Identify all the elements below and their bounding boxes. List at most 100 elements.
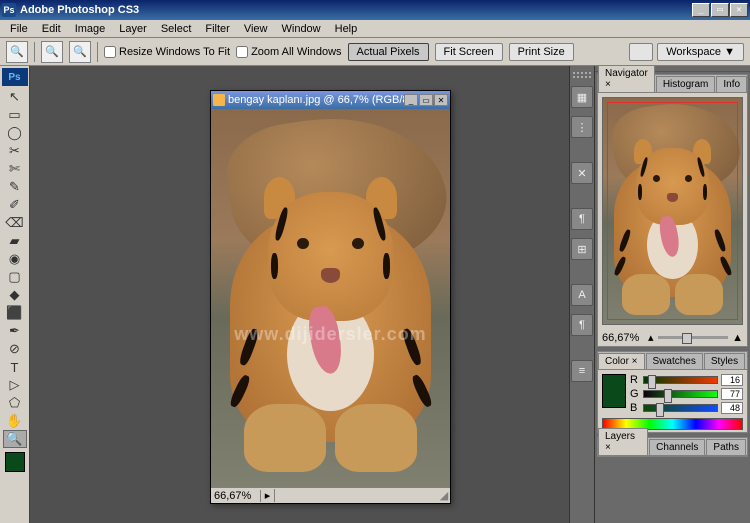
color-panel: Color × Swatches Styles R 16 G 77 B 48 — [597, 351, 748, 433]
dock-icon-2[interactable]: ⋮ — [571, 116, 593, 138]
menu-file[interactable]: File — [4, 21, 34, 37]
marquee-tool[interactable]: ▭ — [3, 106, 27, 124]
g-value[interactable]: 77 — [721, 388, 743, 400]
menu-select[interactable]: Select — [155, 21, 198, 37]
tab-navigator[interactable]: Navigator × — [598, 65, 655, 92]
path-select-tool[interactable]: ▷ — [3, 376, 27, 394]
b-label: B — [630, 402, 640, 414]
menu-view[interactable]: View — [238, 21, 274, 37]
menu-filter[interactable]: Filter — [199, 21, 235, 37]
watermark: www.dijidersler.com — [211, 324, 450, 345]
bridge-icon[interactable] — [629, 43, 653, 61]
dock-grip[interactable] — [573, 72, 591, 78]
healing-tool[interactable]: ✐ — [3, 196, 27, 214]
hand-tool[interactable]: ✋ — [3, 412, 27, 430]
stamp-tool[interactable]: ▰ — [3, 232, 27, 250]
separator — [34, 42, 35, 62]
color-swatch[interactable] — [602, 374, 626, 408]
fit-screen-button[interactable]: Fit Screen — [435, 43, 503, 61]
app-title: Adobe Photoshop CS3 — [20, 4, 692, 16]
workspace-menu[interactable]: Workspace ▼ — [657, 43, 744, 61]
options-bar: 🔍 🔍 🔍 Resize Windows To Fit Zoom All Win… — [0, 38, 750, 66]
menu-bar: File Edit Image Layer Select Filter View… — [0, 20, 750, 38]
zoom-in-icon[interactable]: ▲ — [732, 332, 743, 344]
navigator-thumbnail[interactable] — [602, 97, 743, 325]
file-icon — [213, 94, 225, 106]
zoom-out-icon[interactable]: 🔍 — [69, 41, 91, 63]
canvas-area: bengay kaplanı.jpg @ 66,7% (RGB/8) _ ▭ ✕ — [30, 66, 569, 523]
shape-tool[interactable]: ⬠ — [3, 394, 27, 412]
eyedropper-tool[interactable]: ✎ — [3, 178, 27, 196]
quick-select-tool[interactable]: ✂ — [3, 142, 27, 160]
foreground-color-swatch[interactable] — [5, 452, 25, 472]
dock-icon-8[interactable]: ≡ — [571, 360, 593, 382]
tab-styles[interactable]: Styles — [704, 353, 745, 369]
doc-info-arrow[interactable]: ▸ — [261, 489, 275, 502]
tab-swatches[interactable]: Swatches — [646, 353, 703, 369]
menu-layer[interactable]: Layer — [113, 21, 153, 37]
pen-tool[interactable]: ⊘ — [3, 340, 27, 358]
tab-paths[interactable]: Paths — [706, 439, 746, 455]
dock-icon-5[interactable]: ⊞ — [571, 238, 593, 260]
print-size-button[interactable]: Print Size — [509, 43, 574, 61]
r-label: R — [630, 374, 640, 386]
history-brush-tool[interactable]: ◉ — [3, 250, 27, 268]
brush-tool[interactable]: ⌫ — [3, 214, 27, 232]
b-slider[interactable] — [643, 404, 718, 412]
blur-tool[interactable]: ⬛ — [3, 304, 27, 322]
zoom-in-icon[interactable]: 🔍 — [41, 41, 63, 63]
eraser-tool[interactable]: ▢ — [3, 268, 27, 286]
lasso-tool[interactable]: ◯ — [3, 124, 27, 142]
document-titlebar[interactable]: bengay kaplanı.jpg @ 66,7% (RGB/8) _ ▭ ✕ — [211, 91, 450, 109]
zoom-tool[interactable]: 🔍 — [3, 430, 27, 448]
move-tool[interactable]: ↖ — [3, 88, 27, 106]
g-label: G — [630, 388, 640, 400]
close-button[interactable]: ✕ — [730, 3, 748, 17]
menu-help[interactable]: Help — [329, 21, 364, 37]
document-title: bengay kaplanı.jpg @ 66,7% (RGB/8) — [228, 94, 404, 106]
menu-window[interactable]: Window — [276, 21, 327, 37]
tab-channels[interactable]: Channels — [649, 439, 705, 455]
doc-maximize-button[interactable]: ▭ — [419, 94, 433, 106]
menu-edit[interactable]: Edit — [36, 21, 67, 37]
document-statusbar: 66,67% ▸ ◢ — [211, 487, 450, 503]
r-value[interactable]: 16 — [721, 374, 743, 386]
document-image[interactable]: www.dijidersler.com — [211, 109, 450, 487]
navigator-zoom-slider[interactable] — [658, 336, 729, 339]
tab-histogram[interactable]: Histogram — [656, 76, 716, 92]
navigator-zoom-field[interactable]: 66,67% — [602, 332, 644, 344]
g-slider[interactable] — [643, 390, 718, 398]
zoom-tool-icon[interactable]: 🔍 — [6, 41, 28, 63]
gradient-tool[interactable]: ◆ — [3, 286, 27, 304]
actual-pixels-button[interactable]: Actual Pixels — [348, 43, 429, 61]
dock-icon-1[interactable]: ▦ — [571, 86, 593, 108]
tab-layers[interactable]: Layers × — [598, 428, 648, 455]
dock-icon-4[interactable]: ¶ — [571, 208, 593, 230]
dock-icon-7[interactable]: ¶ — [571, 314, 593, 336]
dock-icon-3[interactable]: ✕ — [571, 162, 593, 184]
r-slider[interactable] — [643, 376, 718, 384]
dock-icon-6[interactable]: A — [571, 284, 593, 306]
b-value[interactable]: 48 — [721, 402, 743, 414]
layers-panel: Layers × Channels Paths — [597, 437, 748, 457]
tab-color[interactable]: Color × — [598, 353, 645, 369]
doc-close-button[interactable]: ✕ — [434, 94, 448, 106]
resize-grip[interactable]: ◢ — [438, 489, 450, 502]
crop-tool[interactable]: ✄ — [3, 160, 27, 178]
app-icon: Ps — [2, 3, 16, 17]
menu-image[interactable]: Image — [69, 21, 112, 37]
doc-zoom-field[interactable]: 66,67% — [211, 490, 261, 502]
navigator-panel: Navigator × Histogram Info — [597, 74, 748, 347]
navigator-view-rect[interactable] — [607, 102, 738, 320]
minimize-button[interactable]: _ — [692, 3, 710, 17]
zoom-out-icon[interactable]: ▴ — [648, 331, 654, 344]
restore-button[interactable]: ▭ — [711, 3, 729, 17]
type-tool[interactable]: T — [3, 358, 27, 376]
zoom-all-checkbox[interactable]: Zoom All Windows — [236, 46, 341, 58]
tab-info[interactable]: Info — [716, 76, 747, 92]
toolbox: Ps ↖ ▭ ◯ ✂ ✄ ✎ ✐ ⌫ ▰ ◉ ▢ ◆ ⬛ ✒ ⊘ T ▷ ⬠ ✋… — [0, 66, 30, 523]
dodge-tool[interactable]: ✒ — [3, 322, 27, 340]
resize-windows-checkbox[interactable]: Resize Windows To Fit — [104, 46, 230, 58]
doc-minimize-button[interactable]: _ — [404, 94, 418, 106]
app-titlebar: Ps Adobe Photoshop CS3 _ ▭ ✕ — [0, 0, 750, 20]
